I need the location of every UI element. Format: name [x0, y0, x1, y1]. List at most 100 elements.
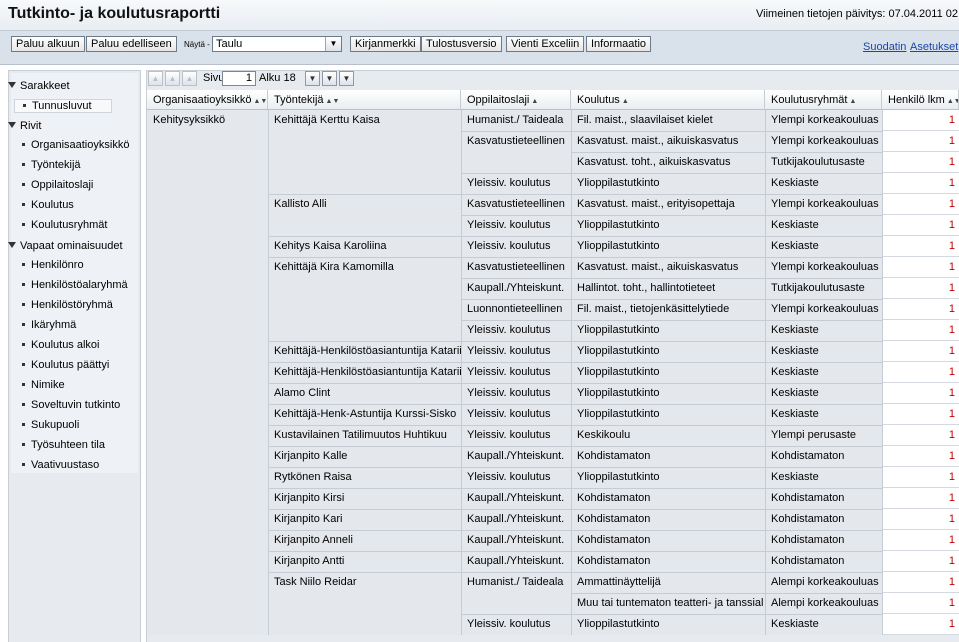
row-divider: [765, 404, 882, 405]
sidebar-section[interactable]: Rivit: [8, 120, 41, 132]
bullet-icon: [22, 403, 25, 406]
sidebar-item[interactable]: Koulutusryhmät: [22, 219, 107, 231]
count-cell: 1: [882, 509, 959, 530]
next-page-icon[interactable]: ▼: [305, 71, 320, 86]
school-type-cell: Kaupall./Yhteiskunt.: [467, 513, 565, 525]
education-cell: Kasvatust. maist., aikuiskasvatus: [577, 135, 739, 147]
education-cell: Ylioppilastutkinto: [577, 408, 660, 420]
print-version-button[interactable]: Tulostusversio: [421, 36, 502, 52]
row-divider: [765, 131, 882, 132]
sidebar-item-label: Koulutusryhmät: [31, 219, 108, 231]
sort-icon[interactable]: ▲: [531, 98, 538, 105]
sidebar-item[interactable]: Ikäryhmä: [22, 319, 76, 331]
education-cell: Kasvatust. toht., aikuiskasvatus: [577, 156, 731, 168]
sidebar-item[interactable]: Oppilaitoslaji: [22, 179, 93, 191]
export-excel-button[interactable]: Vienti Exceliin: [506, 36, 585, 52]
start-label: Alku 18: [259, 72, 296, 84]
sidebar-item-label: Tunnusluvut: [32, 100, 92, 112]
sidebar-item[interactable]: Organisaatioyksikkö: [22, 139, 129, 151]
count-cell: 1: [882, 572, 959, 593]
row-divider: [765, 362, 882, 363]
sort-icon[interactable]: ▲▼: [326, 98, 340, 105]
sidebar-item[interactable]: Koulutus päättyi: [22, 359, 109, 371]
collapse-triangle-icon[interactable]: [8, 242, 16, 248]
school-type-cell: Yleissiv. koulutus: [467, 219, 551, 231]
first-page-icon[interactable]: ▲: [148, 71, 163, 86]
sidebar-section[interactable]: Vapaat ominaisuudet: [8, 240, 123, 252]
school-type-cell: Luonnontieteellinen: [467, 303, 563, 315]
row-divider: [765, 320, 882, 321]
sidebar-item[interactable]: Henkilöstöalaryhmä: [22, 279, 128, 291]
prev-page-icon[interactable]: ▲: [182, 71, 197, 86]
count-cell: 1: [882, 383, 959, 404]
sidebar-item[interactable]: Nimike: [22, 379, 65, 391]
info-button[interactable]: Informaatio: [586, 36, 652, 52]
bullet-icon: [22, 463, 25, 466]
education-cell: Ylioppilastutkinto: [577, 618, 660, 630]
column-header-education-group[interactable]: Koulutusryhmät ▲: [765, 90, 882, 110]
count-cell: 1: [882, 446, 959, 467]
column-header-label: Koulutusryhmät: [771, 94, 848, 106]
column-header-count[interactable]: Henkilö lkm▲▼: [882, 90, 959, 110]
view-select[interactable]: Taulu ▼: [212, 36, 342, 52]
bullet-icon: [22, 323, 25, 326]
collapse-triangle-icon[interactable]: [8, 122, 16, 128]
sidebar-item[interactable]: Soveltuvin tutkinto: [22, 399, 120, 411]
sidebar-section-label: Vapaat ominaisuudet: [20, 240, 123, 252]
education-group-cell: Keskiaste: [771, 177, 819, 189]
column-header-employee[interactable]: Työntekijä ▲▼: [268, 90, 461, 110]
school-type-cell: Yleissiv. koulutus: [467, 387, 551, 399]
collapse-triangle-icon[interactable]: [8, 82, 16, 88]
last-page-icon[interactable]: ▼: [339, 71, 354, 86]
sort-icon[interactable]: ▲▼: [253, 98, 267, 105]
sidebar-item[interactable]: Työntekijä: [22, 159, 81, 171]
column-header-school-type[interactable]: Oppilaitoslaji ▲: [461, 90, 571, 110]
sidebar-item[interactable]: Koulutus alkoi: [22, 339, 100, 351]
sidebar-section[interactable]: Sarakkeet: [8, 80, 70, 92]
sidebar-item[interactable]: Henkilöstöryhmä: [22, 299, 113, 311]
employee-cell: Kirjanpito Kirsi: [274, 492, 345, 504]
sidebar-item[interactable]: Koulutus: [22, 199, 74, 211]
sidebar-item-label: Henkilönro: [31, 259, 84, 271]
education-group-cell: Ylempi korkeakouluas: [771, 261, 879, 273]
education-cell: Ylioppilastutkinto: [577, 177, 660, 189]
chevron-down-icon[interactable]: ▼: [325, 37, 341, 51]
sort-icon[interactable]: ▲: [622, 98, 629, 105]
employee-cell: Kehittäjä Kerttu Kaisa: [274, 114, 380, 126]
count-cell: 1: [882, 194, 959, 215]
education-cell: Ylioppilastutkinto: [577, 219, 660, 231]
column-divider: [461, 110, 462, 635]
page-down-icon[interactable]: ▼: [322, 71, 337, 86]
sort-icon[interactable]: ▲▼: [947, 98, 958, 105]
back-to-start-button[interactable]: Paluu alkuun: [11, 36, 85, 52]
count-cell: 1: [882, 425, 959, 446]
sort-icon[interactable]: ▲: [849, 98, 856, 105]
page-up-icon[interactable]: ▲: [165, 71, 180, 86]
sidebar-item[interactable]: Vaativuustaso: [22, 459, 99, 471]
bookmark-button[interactable]: Kirjanmerkki: [350, 36, 421, 52]
column-divider: [765, 110, 766, 635]
back-to-previous-button[interactable]: Paluu edelliseen: [86, 36, 177, 52]
row-divider: [765, 551, 882, 552]
row-divider: [765, 299, 882, 300]
sidebar-item[interactable]: Sukupuoli: [22, 419, 79, 431]
toolbar: Paluu alkuun Paluu edelliseen Näytä - Ta…: [0, 31, 959, 65]
column-header-education[interactable]: Koulutus ▲: [571, 90, 765, 110]
show-label: Näytä -: [184, 40, 210, 49]
education-cell: Muu tai tuntematon teatteri- ja tanssial: [577, 597, 764, 609]
column-divider: [882, 110, 883, 635]
filters-link[interactable]: Suodatin: [863, 41, 906, 53]
settings-link[interactable]: Asetukset: [910, 41, 958, 53]
org-unit-cell: Kehitysyksikkö: [153, 114, 226, 126]
sidebar-item[interactable]: Työsuhteen tila: [22, 439, 105, 451]
row-divider: [765, 257, 882, 258]
employee-cell: Kehittäjä-Henkilöstöasiantuntija Katarii: [274, 366, 461, 378]
sidebar-item[interactable]: Tunnusluvut: [14, 99, 112, 113]
column-header-org-unit[interactable]: Organisaatioyksikkö ▲▼: [147, 90, 268, 110]
education-group-cell: Ylempi korkeakouluas: [771, 135, 879, 147]
count-cell: 1: [882, 110, 959, 131]
education-cell: Kohdistamaton: [577, 492, 651, 504]
sidebar-item[interactable]: Henkilönro: [22, 259, 84, 271]
title-bar: Tutkinto- ja koulutusraportti Viimeinen …: [0, 0, 959, 31]
page-number-input[interactable]: 1: [222, 71, 256, 86]
